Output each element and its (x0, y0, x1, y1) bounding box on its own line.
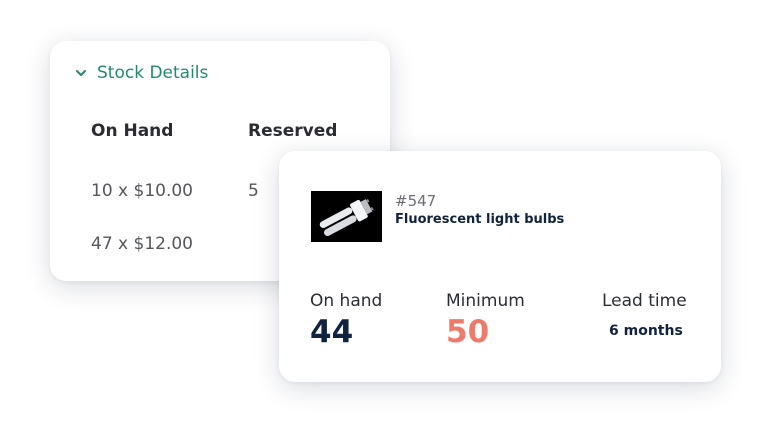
minimum-value: 50 (446, 314, 490, 350)
on-hand-value: 44 (310, 314, 354, 350)
stock-row-1-on-hand: 10 x $10.00 (91, 181, 193, 201)
lead-time-label: Lead time (602, 291, 687, 311)
stock-row-1-reserved: 5 (248, 181, 259, 201)
item-summary-card: #547 Fluorescent light bulbs On hand 44 … (279, 151, 721, 382)
on-hand-label: On hand (310, 291, 383, 311)
item-name: Fluorescent light bulbs (395, 212, 565, 227)
stock-row-2-on-hand: 47 x $12.00 (91, 234, 193, 254)
minimum-label: Minimum (446, 291, 525, 311)
lead-time-value: 6 months (609, 323, 683, 339)
light-bulb-image (311, 191, 382, 242)
chevron-down-icon (74, 66, 88, 80)
column-header-reserved: Reserved (248, 121, 338, 141)
item-id: #547 (395, 192, 437, 210)
column-header-on-hand: On Hand (91, 121, 174, 141)
stock-details-toggle[interactable]: Stock Details (74, 63, 208, 83)
stock-details-title: Stock Details (97, 63, 209, 83)
